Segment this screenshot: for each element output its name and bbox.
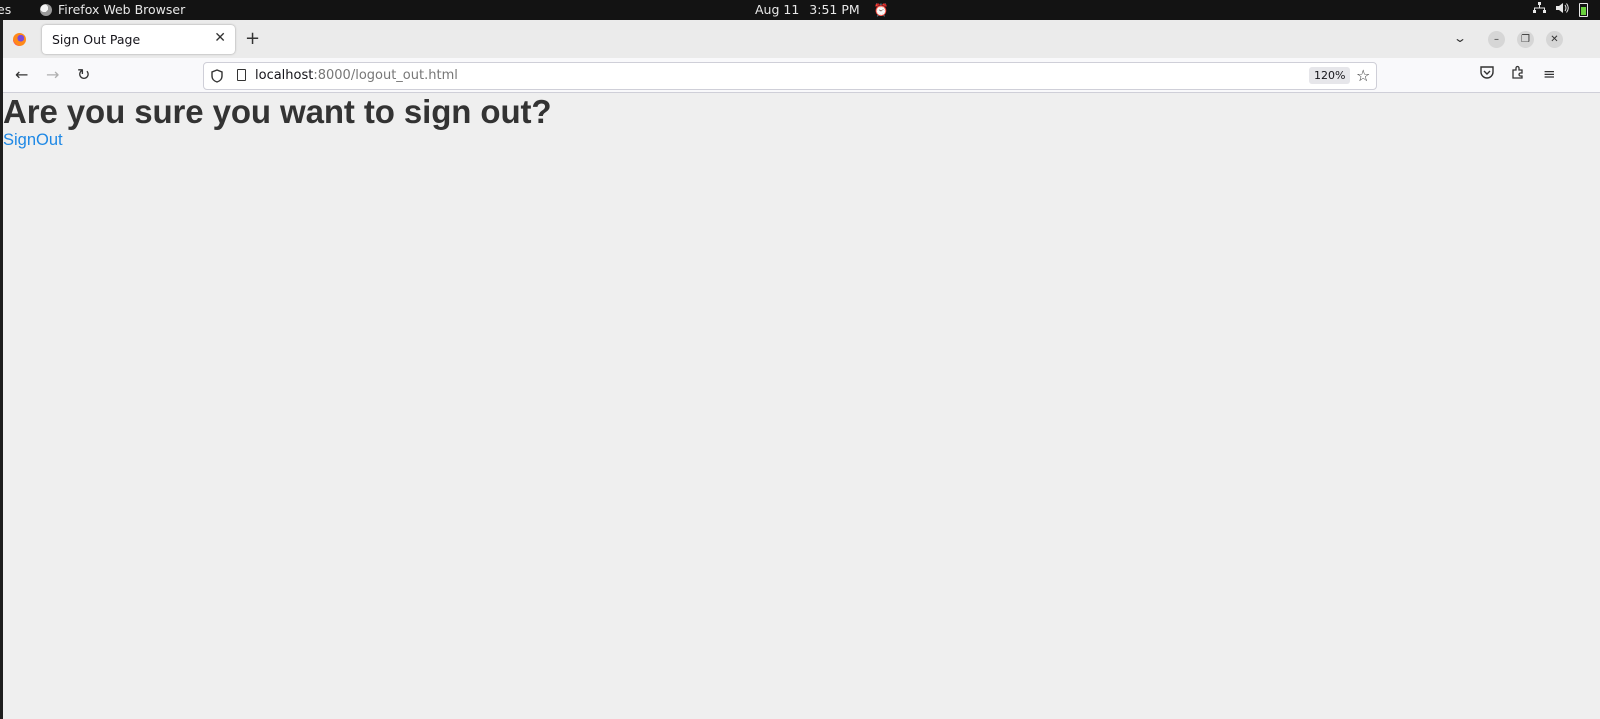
bookmark-star-icon[interactable]: ☆	[1356, 66, 1370, 85]
zoom-level-button[interactable]: 120%	[1309, 67, 1351, 84]
clock[interactable]: Aug 11 3:51 PM ⏰	[755, 2, 889, 17]
battery-icon	[1579, 2, 1588, 17]
app-name: Firefox Web Browser	[58, 2, 186, 17]
page-info-icon[interactable]	[237, 69, 246, 81]
firefox-mini-icon	[40, 3, 52, 16]
page-heading: Are you sure you want to sign out?	[3, 93, 552, 130]
tab-sign-out-page[interactable]: Sign Out Page ✕	[42, 25, 235, 54]
app-menu[interactable]: Firefox Web Browser	[40, 2, 185, 17]
tab-title: Sign Out Page	[52, 32, 141, 47]
signout-link[interactable]: SignOut	[3, 131, 63, 150]
page-content: Are you sure you want to sign out? SignO…	[3, 93, 1600, 719]
extensions-icon[interactable]	[1511, 65, 1525, 83]
back-icon[interactable]: ←	[15, 65, 28, 84]
menu-hamburger-icon[interactable]: ≡	[1543, 65, 1556, 83]
reload-icon[interactable]: ↻	[77, 65, 90, 84]
network-icon	[1533, 2, 1546, 17]
volume-icon	[1556, 2, 1569, 17]
tab-close-icon[interactable]: ✕	[214, 30, 226, 46]
firefox-window: Sign Out Page ✕ + ⌄ – ❐ ✕ ← → ↻ localhos…	[3, 20, 1600, 719]
pocket-icon[interactable]	[1480, 65, 1494, 83]
forward-icon[interactable]: →	[46, 65, 59, 84]
system-top-bar: es Firefox Web Browser Aug 11 3:51 PM ⏰	[0, 0, 1600, 20]
navigation-toolbar: ← → ↻ localhost:8000/logout_out.html 120…	[3, 58, 1600, 93]
minimize-icon[interactable]: –	[1488, 31, 1505, 48]
url-host: localhost	[255, 68, 314, 83]
new-tab-icon[interactable]: +	[245, 28, 260, 49]
restore-icon[interactable]: ❐	[1517, 31, 1534, 48]
tracking-protection-shield-icon[interactable]	[211, 68, 223, 83]
firefox-view-icon[interactable]	[13, 33, 26, 46]
clock-date: Aug 11	[755, 2, 800, 17]
window-close-icon[interactable]: ✕	[1546, 31, 1563, 48]
tab-strip: Sign Out Page ✕ + ⌄ – ❐ ✕	[3, 20, 1600, 58]
clock-time: 3:51 PM	[809, 2, 860, 17]
url-path: :8000/logout_out.html	[313, 68, 458, 83]
list-all-tabs-icon[interactable]: ⌄	[1453, 31, 1467, 45]
alarm-icon: ⏰	[873, 2, 889, 17]
activities-button[interactable]: es	[0, 2, 11, 17]
system-tray[interactable]	[1533, 2, 1588, 17]
url-text[interactable]: localhost:8000/logout_out.html	[255, 68, 458, 83]
address-bar[interactable]: localhost:8000/logout_out.html 120% ☆	[203, 62, 1377, 90]
